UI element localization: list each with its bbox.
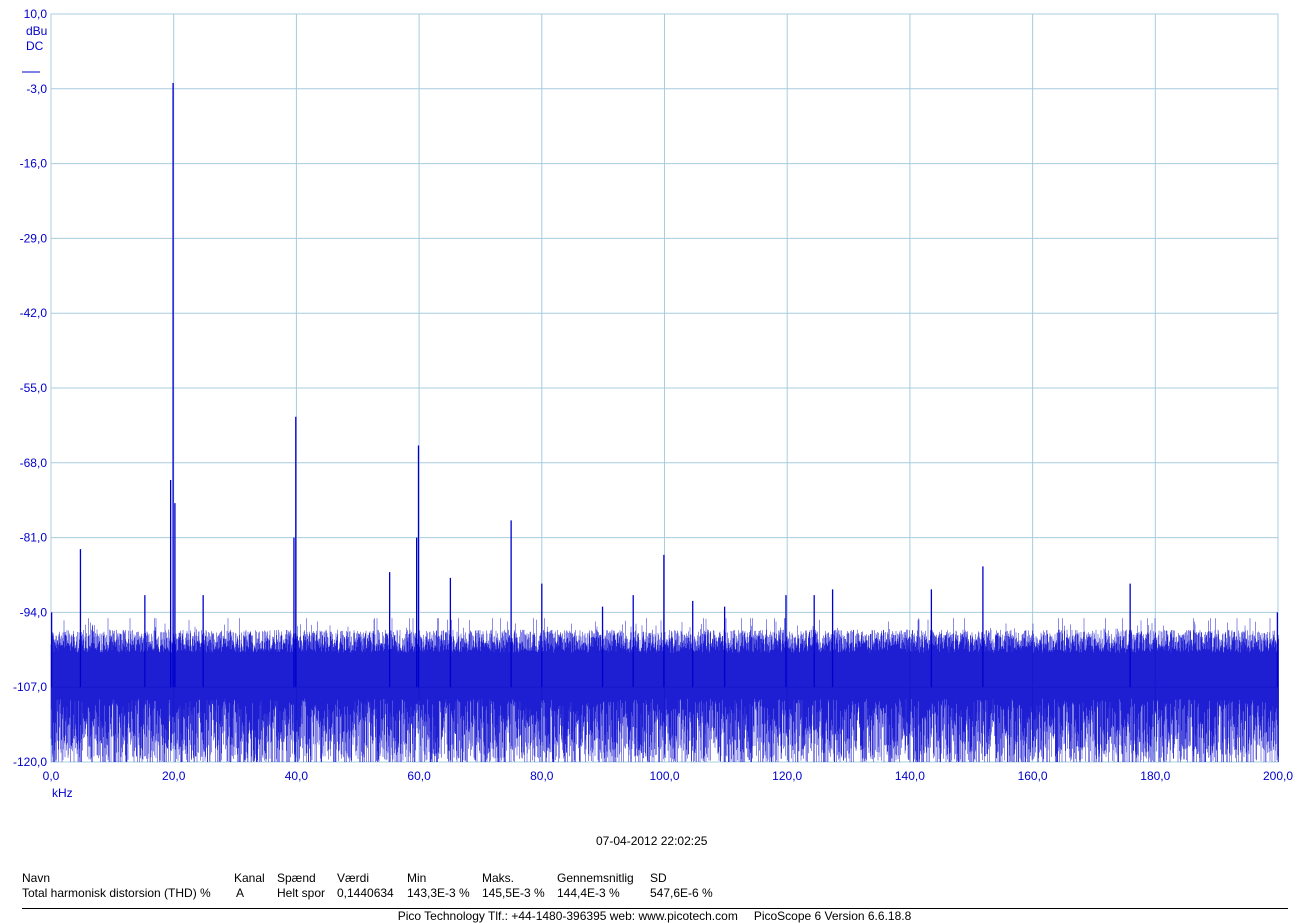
row-channel: A	[236, 886, 245, 900]
x-tick-label: 20,0	[162, 769, 186, 783]
noise-floor-path	[50, 618, 1279, 762]
footer: Pico Technology Tlf.: +44-1480-396395 we…	[0, 909, 1309, 923]
y-axis-coupling-label: DC	[26, 39, 44, 53]
spectrum-chart: 10,0 -3,0 -16,0 -29,0 -42,0 -55,0 -68,0 -81,0 -9…	[13, 7, 1294, 800]
header-sd: SD	[650, 871, 667, 885]
y-tick-label: -55,0	[20, 381, 48, 395]
x-axis-unit-label: kHz	[52, 786, 73, 800]
y-tick-label: -16,0	[20, 157, 48, 171]
y-tick-label: -107,0	[13, 680, 47, 694]
header-name: Navn	[22, 871, 51, 885]
x-tick-label: 40,0	[285, 769, 309, 783]
row-name: Total harmonisk distorsion (THD) %	[22, 886, 211, 900]
header-max: Maks.	[482, 871, 515, 885]
x-axis-tick-labels: 0,0 20,0 40,0 60,0 80,0 100,0 120,0 140,0 160,0 1…	[43, 769, 1294, 783]
header-span: Spænd	[277, 871, 316, 885]
row-average: 144,4E-3 %	[557, 886, 620, 900]
y-tick-label: -81,0	[20, 531, 48, 545]
x-tick-label: 120,0	[772, 769, 802, 783]
noise-floor-trace	[50, 618, 1279, 762]
row-span: Helt spor	[277, 886, 326, 900]
row-min: 143,3E-3 %	[407, 886, 470, 900]
header-value: Værdi	[337, 871, 370, 885]
footer-company: Pico Technology Tlf.: +44-1480-396395 we…	[397, 909, 738, 923]
y-tick-label: -68,0	[20, 456, 48, 470]
y-tick-label: -3,0	[26, 82, 47, 96]
y-tick-label: -42,0	[20, 306, 48, 320]
row-max: 145,5E-3 %	[482, 886, 545, 900]
y-tick-label: -120,0	[13, 755, 47, 769]
y-tick-label: -94,0	[20, 605, 48, 619]
capture-timestamp: 07-04-2012 22:02:25	[596, 834, 708, 848]
y-axis-unit-label: dBu	[26, 24, 47, 38]
row-sd: 547,6E-6 %	[650, 886, 713, 900]
x-tick-label: 180,0	[1140, 769, 1170, 783]
x-tick-label: 60,0	[407, 769, 431, 783]
y-tick-label: -29,0	[20, 231, 48, 245]
x-tick-label: 80,0	[530, 769, 554, 783]
x-tick-label: 140,0	[895, 769, 925, 783]
header-channel: Kanal	[234, 871, 265, 885]
row-value: 0,1440634	[337, 886, 394, 900]
y-axis-tick-labels: 10,0 -3,0 -16,0 -29,0 -42,0 -55,0 -68,0 -81,0 -9…	[13, 7, 47, 769]
x-tick-label: 160,0	[1018, 769, 1048, 783]
x-tick-label: 100,0	[649, 769, 679, 783]
x-tick-label: 0,0	[43, 769, 60, 783]
y-tick-label: 10,0	[24, 7, 48, 21]
header-min: Min	[407, 871, 427, 885]
footer-version: PicoScope 6 Version 6.6.18.8	[753, 909, 912, 923]
x-tick-label: 200,0	[1263, 769, 1293, 783]
header-average: Gennemsnitlig	[557, 871, 634, 885]
